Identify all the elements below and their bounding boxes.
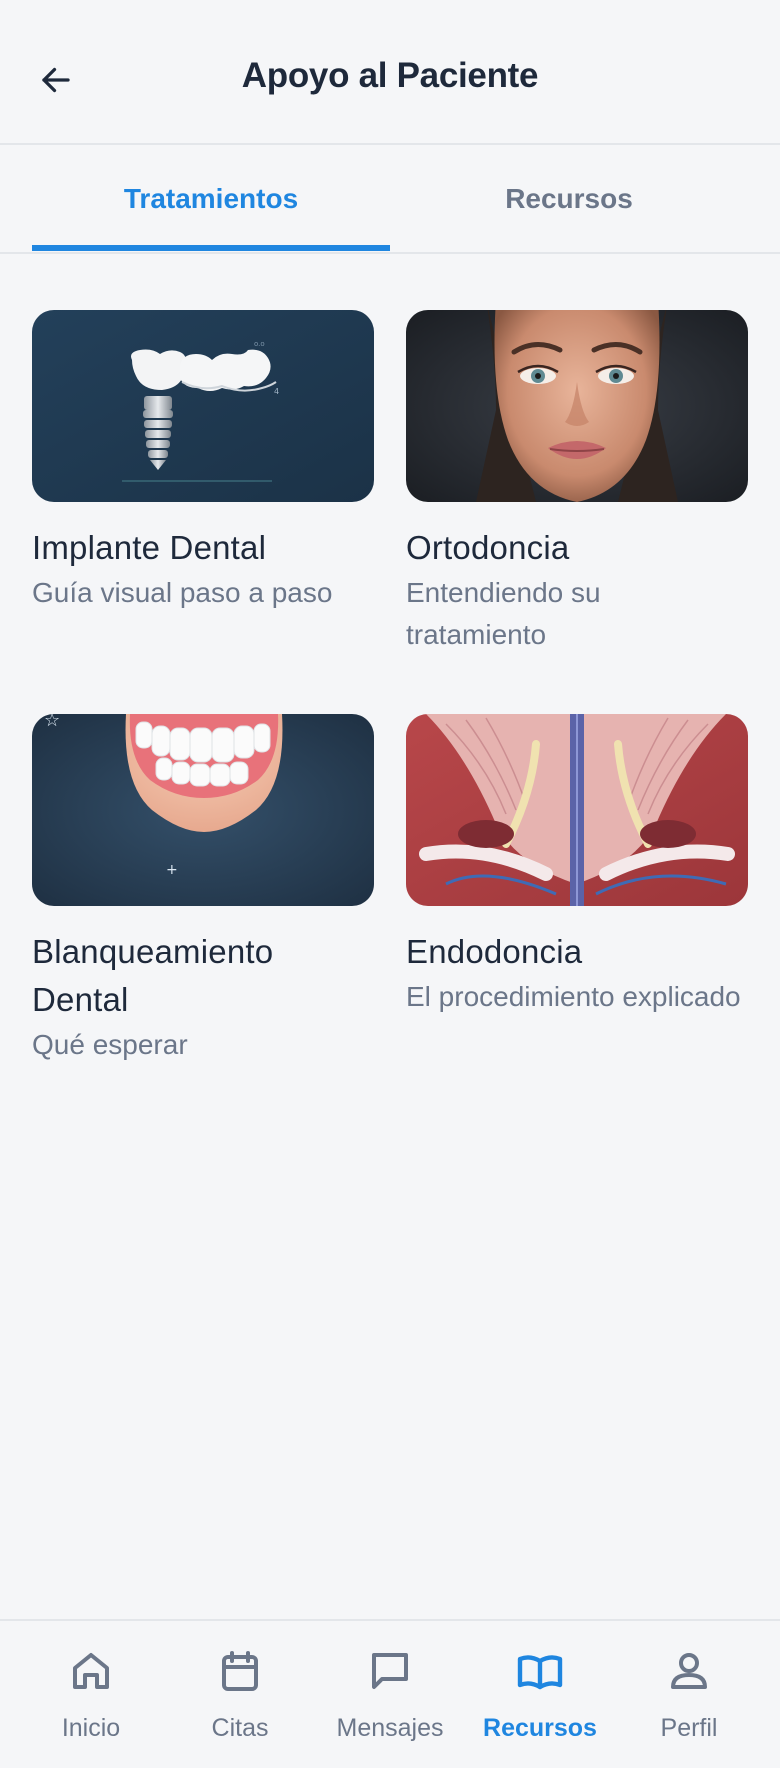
card-subtitle: El procedimiento explicado: [406, 981, 741, 1012]
svg-text:+: +: [166, 862, 178, 878]
treatment-card-ortodoncia[interactable]: Ortodoncia Entendiendo su tratamiento: [406, 310, 748, 656]
tooth-anatomy-image: [406, 714, 748, 906]
card-subtitle: Qué esperar: [32, 1029, 188, 1060]
svg-text:o.o: o.o: [254, 340, 265, 348]
active-tab-indicator: [32, 245, 390, 251]
svg-text:☆: ☆: [44, 714, 60, 731]
card-subtitle: Guía visual paso a paso: [32, 577, 333, 608]
page-title: Apoyo al Paciente: [241, 56, 539, 95]
nav-inicio[interactable]: Inicio: [16, 1621, 166, 1768]
svg-text:4: 4: [274, 387, 279, 396]
teeth-smile-image: ☆ +: [32, 714, 374, 906]
nav-mensajes[interactable]: Mensajes: [315, 1621, 465, 1768]
treatment-card-implante[interactable]: o.o 4 Implante Dental Guía visual paso a…: [32, 310, 374, 614]
nav-perfil[interactable]: Perfil: [614, 1621, 764, 1768]
patient-support-screen: Apoyo al Paciente Tratamientos Recursos: [0, 0, 780, 1768]
treatment-card-endodoncia[interactable]: Endodoncia El procedimiento explicado: [406, 714, 748, 1018]
nav-recursos[interactable]: Recursos: [465, 1621, 615, 1768]
card-title: Ortodoncia: [406, 529, 570, 566]
treatment-card-blanqueamiento[interactable]: ☆ + Blanqueamiento Dental Qué esperar: [32, 714, 374, 1066]
nav-label: Inicio: [61, 1714, 121, 1742]
face-portrait-image: [406, 310, 748, 502]
header: Apoyo al Paciente: [0, 0, 780, 145]
card-title: Implante Dental: [32, 529, 267, 566]
dental-implant-image: o.o 4: [32, 310, 374, 502]
nav-label: Perfil: [660, 1714, 718, 1742]
bottom-navigation: Inicio Citas Mensajes Recursos Perfil: [0, 1619, 780, 1768]
user-icon: [671, 1653, 707, 1689]
calendar-icon: [222, 1651, 258, 1691]
card-title: Blanqueamiento Dental: [32, 933, 274, 1018]
nav-citas[interactable]: Citas: [165, 1621, 315, 1768]
book-open-icon: [517, 1655, 563, 1690]
tab-recursos[interactable]: Recursos: [390, 145, 748, 252]
card-subtitle: Entendiendo su tratamiento: [406, 577, 601, 650]
card-title: Endodoncia: [406, 933, 583, 970]
tab-tratamientos[interactable]: Tratamientos: [32, 145, 390, 252]
message-icon: [372, 1653, 408, 1689]
tab-bar: Tratamientos Recursos: [0, 145, 780, 254]
home-icon: [73, 1653, 109, 1689]
nav-label: Recursos: [483, 1714, 597, 1742]
nav-label: Citas: [211, 1714, 269, 1742]
nav-label: Mensajes: [336, 1714, 444, 1742]
